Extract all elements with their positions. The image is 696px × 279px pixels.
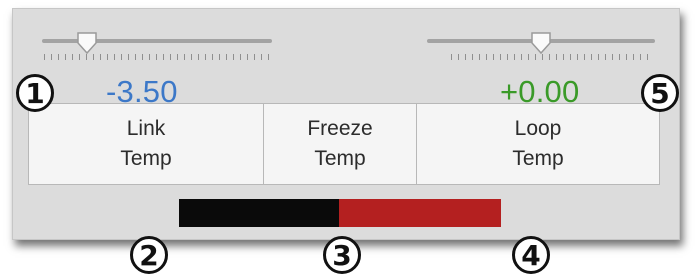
meter-black-segment [179,199,339,227]
button-label-line1: Loop [514,117,562,140]
left-tempo-slider[interactable] [42,8,272,60]
callout-2: 2 [130,236,168,274]
button-label-line2: Temp [314,147,366,170]
callout-5: 5 [641,74,679,112]
tempo-button-row: Link Temp Freeze Temp Loop Temp [28,103,660,185]
link-temp-button[interactable]: Link Temp [29,104,264,184]
button-label-line1: Link [126,117,166,140]
callout-3: 3 [323,236,361,274]
freeze-temp-button[interactable]: Freeze Temp [264,104,417,184]
callout-1: 1 [16,74,54,112]
loop-temp-button[interactable]: Loop Temp [417,104,659,184]
slider-tick-marks [451,54,653,60]
button-label-line2: Temp [512,147,564,170]
button-label-line2: Temp [120,147,172,170]
button-label-line1: Freeze [307,117,373,140]
slider-thumb[interactable] [76,31,98,55]
tempo-meter-bar [179,199,501,227]
callout-4: 4 [512,236,550,274]
slider-thumb[interactable] [530,31,552,55]
right-tempo-slider[interactable] [427,8,655,60]
meter-red-segment [339,199,501,227]
